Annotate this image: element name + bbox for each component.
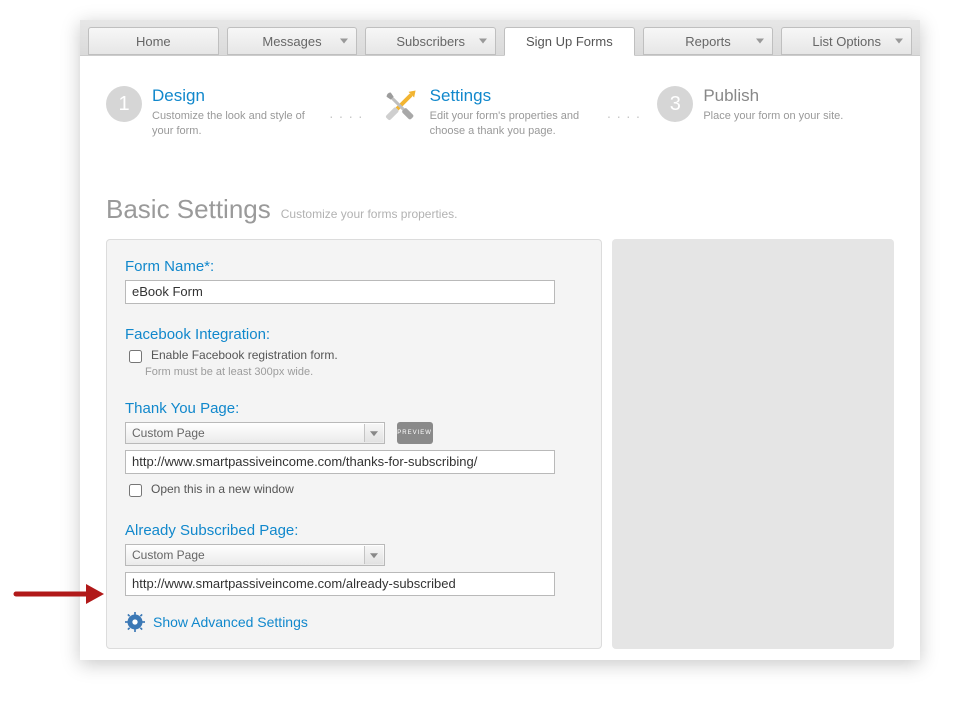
thank-you-page-label: Thank You Page: bbox=[125, 400, 583, 417]
facebook-integration-label: Facebook Integration: bbox=[125, 326, 583, 343]
tab-label: Messages bbox=[262, 34, 321, 49]
already-subscribed-select[interactable]: Custom Page bbox=[125, 544, 385, 566]
main-tabstrip: Home Messages Subscribers Sign Up Forms … bbox=[80, 20, 920, 56]
chevron-down-icon bbox=[340, 39, 348, 44]
form-name-input[interactable] bbox=[125, 280, 555, 304]
tab-home[interactable]: Home bbox=[88, 27, 219, 55]
show-advanced-settings-label: Show Advanced Settings bbox=[153, 614, 308, 630]
step-separator: ···· bbox=[607, 108, 646, 124]
form-name-label: Form Name*: bbox=[125, 258, 583, 275]
wizard-steps: 1 Design Customize the look and style of… bbox=[106, 86, 894, 139]
tab-label: Reports bbox=[685, 34, 731, 49]
tab-label: List Options bbox=[812, 34, 881, 49]
thank-you-page-select[interactable]: Custom Page bbox=[125, 422, 385, 444]
chevron-down-icon bbox=[895, 39, 903, 44]
tab-subscribers[interactable]: Subscribers bbox=[365, 27, 496, 55]
thank-you-url-input[interactable] bbox=[125, 450, 555, 474]
facebook-enable-label: Enable Facebook registration form. bbox=[151, 348, 338, 362]
form-preview-sidebar bbox=[612, 239, 894, 649]
step-settings-link[interactable]: Settings bbox=[430, 86, 595, 106]
section-subtitle: Customize your forms properties. bbox=[281, 207, 458, 221]
already-subscribed-label: Already Subscribed Page: bbox=[125, 522, 583, 539]
section-header: Basic Settings Customize your forms prop… bbox=[106, 194, 894, 225]
step-number: 3 bbox=[657, 86, 693, 122]
tab-label: Subscribers bbox=[396, 34, 465, 49]
step-design-link[interactable]: Design bbox=[152, 86, 317, 106]
tools-icon bbox=[380, 86, 420, 126]
already-subscribed-url-input[interactable] bbox=[125, 572, 555, 596]
open-new-window-label: Open this in a new window bbox=[151, 482, 294, 496]
show-advanced-settings-link[interactable]: Show Advanced Settings bbox=[125, 612, 583, 632]
tab-label: Home bbox=[136, 34, 171, 49]
step-publish-title: Publish bbox=[703, 86, 843, 106]
facebook-enable-note: Form must be at least 300px wide. bbox=[145, 366, 583, 378]
open-new-window-row: Open this in a new window bbox=[125, 482, 583, 500]
step-description: Customize the look and style of your for… bbox=[152, 109, 317, 139]
chevron-down-icon bbox=[756, 39, 764, 44]
facebook-enable-row: Enable Facebook registration form. bbox=[125, 348, 583, 366]
tab-list-options[interactable]: List Options bbox=[781, 27, 912, 55]
open-new-window-checkbox[interactable] bbox=[129, 484, 142, 497]
facebook-enable-checkbox[interactable] bbox=[129, 350, 142, 363]
select-value: Custom Page bbox=[132, 426, 205, 440]
chevron-down-icon bbox=[479, 39, 487, 44]
tab-reports[interactable]: Reports bbox=[643, 27, 774, 55]
tab-sign-up-forms[interactable]: Sign Up Forms bbox=[504, 27, 635, 56]
section-title: Basic Settings bbox=[106, 194, 271, 225]
step-settings: Settings Edit your form's properties and… bbox=[380, 86, 595, 139]
step-publish: 3 Publish Place your form on your site. bbox=[657, 86, 843, 124]
step-description: Place your form on your site. bbox=[703, 109, 843, 124]
tab-label: Sign Up Forms bbox=[526, 34, 613, 49]
page-content: 1 Design Customize the look and style of… bbox=[80, 56, 920, 667]
basic-settings-card: Form Name*: Facebook Integration: Enable… bbox=[106, 239, 602, 649]
form-row: Form Name*: Facebook Integration: Enable… bbox=[106, 239, 894, 649]
gear-icon bbox=[125, 612, 145, 632]
app-window: Home Messages Subscribers Sign Up Forms … bbox=[80, 20, 920, 660]
step-separator: ···· bbox=[329, 108, 368, 124]
preview-label: PREVIEW bbox=[397, 430, 432, 436]
select-value: Custom Page bbox=[132, 548, 205, 562]
preview-button[interactable]: PREVIEW bbox=[397, 422, 433, 444]
tab-messages[interactable]: Messages bbox=[227, 27, 358, 55]
step-number: 1 bbox=[106, 86, 142, 122]
step-description: Edit your form's properties and choose a… bbox=[430, 109, 595, 139]
step-design: 1 Design Customize the look and style of… bbox=[106, 86, 317, 139]
